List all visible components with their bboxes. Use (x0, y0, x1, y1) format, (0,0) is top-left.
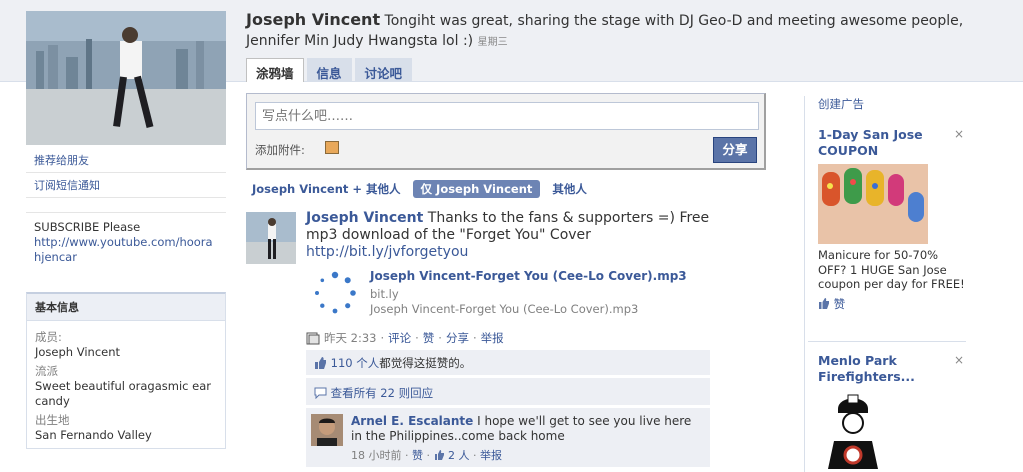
ad-coupon: 1-Day San Jose COUPON × Manicure for 50-… (818, 127, 968, 312)
field-value-members: Joseph Vincent (35, 345, 121, 359)
likes-suffix: 都觉得这挺赞的。 (379, 356, 472, 370)
commenter-name[interactable]: Arnel E. Escalante (351, 414, 473, 428)
ad-close-icon[interactable]: × (954, 353, 964, 367)
status-time[interactable]: 星期三 (478, 37, 508, 48)
thumbs-up-icon (819, 297, 829, 309)
profile-photo[interactable] (26, 11, 226, 145)
tab-info[interactable]: 信息 (306, 58, 352, 82)
sms-subscribe-link[interactable]: 订阅短信通知 (26, 173, 226, 198)
story-text-block: Joseph Vincent Thanks to the fans & supp… (306, 210, 716, 261)
ad-coupon-title[interactable]: 1-Day San Jose COUPON (818, 127, 948, 159)
comment-link[interactable]: 评论 (388, 330, 411, 346)
ads-separator (808, 341, 966, 342)
ad-firefighters: Menlo Park Firefighters... × (818, 353, 968, 469)
ad-coupon-body: Manicure for 50-70% OFF? 1 HUGE San Jose… (818, 248, 965, 291)
story-author-avatar[interactable] (246, 212, 296, 264)
thumbs-up-icon (434, 450, 444, 460)
post-icon (306, 332, 320, 344)
comment-body: Arnel E. Escalante I hope we'll get to s… (351, 414, 706, 444)
report-link[interactable]: 举报 (481, 330, 504, 346)
comment-likes-count[interactable]: 2 人 (448, 449, 470, 462)
ad-firefighters-image[interactable] (818, 389, 888, 469)
field-value-genre: Sweet beautiful oragasmic ear candy (35, 379, 211, 408)
likes-summary: 110 个人都觉得这挺赞的。 (306, 350, 710, 375)
meta-separator-3: · (438, 331, 442, 345)
view-all-comments[interactable]: 查看所有 22 则回应 (306, 377, 710, 405)
publisher: 添加附件: 分享 (246, 93, 766, 170)
info-heading: 基本信息 (27, 294, 225, 321)
bio-box: SUBSCRIBE Please http://www.youtube.com/… (26, 212, 226, 272)
attachment-source: bit.ly (370, 287, 399, 301)
meta-separator-4: · (472, 331, 477, 345)
ad-close-icon[interactable]: × (954, 127, 964, 141)
field-label-hometown: 出生地 (35, 413, 70, 427)
view-all-comments-label: 查看所有 22 则回应 (330, 386, 434, 400)
comment-like-link[interactable]: 赞 (412, 449, 423, 462)
wall-filter: Joseph Vincent + 其他人 仅 Joseph Vincent 其他… (252, 180, 587, 198)
filter-others[interactable]: 其他人 (552, 180, 587, 198)
attach-photo-icon[interactable] (325, 141, 339, 154)
create-ad-link[interactable]: 创建广告 (818, 96, 968, 112)
share-button[interactable]: 分享 (713, 137, 757, 163)
ad-firefighters-title[interactable]: Menlo Park Firefighters... (818, 353, 948, 385)
suggest-to-friends-link[interactable]: 推荐给朋友 (26, 148, 226, 173)
story-link[interactable]: http://bit.ly/jvforgetyou (306, 244, 468, 260)
field-value-hometown: San Fernando Valley (35, 428, 152, 442)
ads-header: 创建广告 (818, 96, 968, 112)
share-link[interactable]: 分享 (446, 330, 469, 346)
field-label-genre: 流派 (35, 364, 58, 378)
ad-coupon-image[interactable] (818, 164, 928, 244)
info-box: 基本信息 成员: Joseph Vincent 流派 Sweet beautif… (26, 292, 226, 449)
story-author[interactable]: Joseph Vincent (306, 210, 423, 226)
loading-spinner-icon (315, 271, 356, 314)
right-column-divider (804, 96, 805, 472)
comment-item: Arnel E. Escalante I hope we'll get to s… (306, 407, 710, 467)
ad-coupon-like-label[interactable]: 赞 (834, 297, 846, 311)
story-attachment: Joseph Vincent-Forget You (Cee-Lo Cover)… (306, 266, 716, 322)
story-meta: 昨天 2:33 · 评论 · 赞 · 分享 · 举报 (306, 330, 504, 346)
filter-only-page[interactable]: 仅 Joseph Vincent (412, 180, 541, 198)
comment-time: 18 小时前 (351, 449, 402, 462)
comment-bubble-icon (314, 387, 327, 400)
likes-count-link[interactable]: 110 个人 (331, 356, 380, 370)
profile-headline: Joseph Vincent Tongiht was great, sharin… (246, 10, 966, 53)
attach-label: 添加附件: (255, 143, 305, 157)
thumbs-up-icon (315, 357, 326, 369)
tab-discussions[interactable]: 讨论吧 (354, 58, 413, 82)
attachment-description: Joseph Vincent-Forget You (Cee-Lo Cover)… (370, 302, 639, 316)
bio-text: SUBSCRIBE Please (34, 220, 141, 234)
comment-meta: 18 小时前 · 赞 · 2 人 · 举报 (351, 449, 502, 462)
story-time[interactable]: 昨天 2:33 (324, 330, 376, 346)
profile-tabs: 涂鸦墙 信息 讨论吧 (246, 58, 413, 82)
filter-all[interactable]: Joseph Vincent + 其他人 (252, 180, 401, 198)
attachment-title[interactable]: Joseph Vincent-Forget You (Cee-Lo Cover)… (370, 269, 687, 283)
field-label-members: 成员: (35, 330, 62, 344)
comment-report-link[interactable]: 举报 (480, 449, 502, 462)
meta-separator-2: · (415, 331, 419, 345)
like-link[interactable]: 赞 (423, 330, 435, 346)
status-input[interactable] (255, 102, 759, 130)
profile-actions: 推荐给朋友 订阅短信通知 (26, 148, 226, 198)
profile-name[interactable]: Joseph Vincent (246, 10, 380, 29)
bio-link[interactable]: http://www.youtube.com/hoorahjencar (34, 235, 218, 265)
meta-separator-1: · (380, 331, 385, 345)
commenter-avatar[interactable] (311, 414, 343, 446)
tab-wall[interactable]: 涂鸦墙 (246, 58, 304, 82)
ad-coupon-like[interactable]: 赞 (818, 296, 968, 312)
